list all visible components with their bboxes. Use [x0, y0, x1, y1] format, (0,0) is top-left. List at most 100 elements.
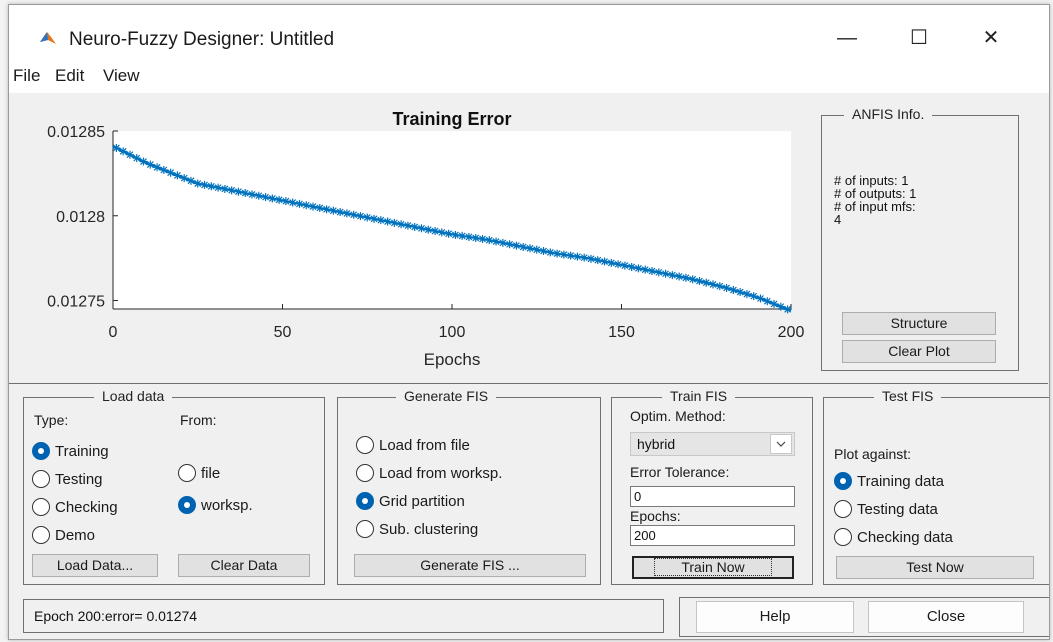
- data-point-marker: [451, 230, 460, 239]
- data-point-marker: [397, 220, 406, 229]
- structure-button[interactable]: Structure: [842, 312, 996, 335]
- epochs-label: Epochs:: [630, 508, 681, 524]
- optim-method-label: Optim. Method:: [630, 408, 726, 424]
- data-point-marker: [681, 273, 690, 282]
- radio-type-training[interactable]: Training: [32, 440, 109, 462]
- radio-dot-icon: [834, 500, 852, 518]
- data-point-marker: [247, 190, 256, 199]
- radio-type-checking[interactable]: Checking: [32, 496, 118, 518]
- data-point-marker: [593, 256, 602, 265]
- data-point-marker: [620, 261, 629, 270]
- data-point-marker: [607, 258, 616, 267]
- help-close-panel: Help Close: [679, 597, 1049, 637]
- close-window-button[interactable]: ✕: [971, 23, 1011, 53]
- radio-from-file[interactable]: file: [178, 462, 220, 484]
- data-point-marker: [281, 197, 290, 206]
- data-point-marker: [498, 238, 507, 247]
- data-point-marker: [444, 229, 453, 238]
- radio-load-from-workspace[interactable]: Load from worksp.: [356, 462, 502, 484]
- train-now-button[interactable]: Train Now: [632, 556, 794, 579]
- data-point-marker: [322, 205, 331, 214]
- radio-type-demo[interactable]: Demo: [32, 524, 95, 546]
- window-title: Neuro-Fuzzy Designer: Untitled: [69, 29, 335, 50]
- data-point-marker: [363, 213, 372, 222]
- anfis-info-title: ANFIS Info.: [844, 106, 933, 122]
- minimize-button[interactable]: —: [827, 23, 867, 53]
- data-point-marker: [695, 277, 704, 286]
- data-point-marker: [241, 189, 250, 198]
- radio-dot-icon: [32, 498, 50, 516]
- radio-dot-icon: [178, 464, 196, 482]
- plot-area: [113, 131, 791, 309]
- data-point-marker: [580, 253, 589, 262]
- clear-plot-button[interactable]: Clear Plot: [842, 340, 996, 363]
- data-point-marker: [464, 232, 473, 241]
- radio-dot-icon: [834, 472, 852, 490]
- status-bar: Epoch 200:error= 0.01274: [23, 599, 664, 633]
- plot-against-label: Plot against:: [834, 446, 912, 462]
- data-point-marker: [315, 203, 324, 212]
- data-point-marker: [478, 234, 487, 243]
- data-point-marker: [370, 214, 379, 223]
- maximize-button[interactable]: ☐: [899, 23, 939, 53]
- menu-file[interactable]: File: [13, 66, 40, 86]
- designer-body: Training Error Epochs 0 50 100 150 200 0.012…: [9, 93, 1049, 639]
- data-point-marker: [302, 201, 311, 210]
- data-point-marker: [729, 286, 738, 295]
- radio-dot-icon: [356, 520, 374, 538]
- radio-plot-checking-data[interactable]: Checking data: [834, 526, 953, 548]
- data-point-marker: [193, 179, 202, 188]
- data-point-marker: [525, 244, 534, 253]
- load-data-button[interactable]: Load Data...: [32, 554, 158, 577]
- radio-dot-icon: [834, 528, 852, 546]
- radio-plot-testing-data[interactable]: Testing data: [834, 498, 938, 520]
- radio-dot-icon: [32, 470, 50, 488]
- data-point-marker: [200, 180, 209, 189]
- data-point-marker: [261, 193, 270, 202]
- generate-fis-button[interactable]: Generate FIS ...: [354, 554, 586, 577]
- chart-title: Training Error: [392, 109, 511, 129]
- radio-sub-clustering[interactable]: Sub. clustering: [356, 518, 478, 540]
- menu-edit[interactable]: Edit: [55, 66, 84, 86]
- data-point-marker: [546, 248, 555, 257]
- close-button[interactable]: Close: [868, 601, 1024, 633]
- training-error-plot: Training Error Epochs 0 50 100 150 200 0.012…: [47, 109, 804, 369]
- type-label: Type:: [34, 412, 69, 428]
- radio-grid-partition[interactable]: Grid partition: [356, 490, 465, 512]
- data-point-marker: [654, 268, 663, 277]
- optim-method-select[interactable]: hybrid: [630, 432, 795, 456]
- train-fis-title: Train FIS: [662, 388, 736, 404]
- radio-from-workspace[interactable]: worksp.: [178, 494, 253, 516]
- data-point-marker: [207, 182, 216, 191]
- radio-plot-training-data[interactable]: Training data: [834, 470, 944, 492]
- data-point-marker: [736, 288, 745, 297]
- chevron-down-icon[interactable]: [770, 434, 792, 454]
- test-fis-panel: Test FIS Plot against: Training data Tes…: [823, 388, 1049, 585]
- data-point-marker: [403, 221, 412, 230]
- radio-type-testing[interactable]: Testing: [32, 468, 103, 490]
- data-point-marker: [458, 231, 467, 240]
- title-bar: Neuro-Fuzzy Designer: Untitled — ☐ ✕: [9, 5, 1049, 61]
- anfis-info-panel: ANFIS Info. # of inputs: 1 # of outputs: …: [821, 106, 1019, 371]
- data-point-marker: [390, 218, 399, 227]
- data-point-marker: [600, 257, 609, 266]
- menu-view[interactable]: View: [103, 66, 140, 86]
- menu-bar: File Edit View: [9, 61, 1049, 94]
- radio-load-from-file[interactable]: Load from file: [356, 434, 470, 456]
- test-now-button[interactable]: Test Now: [836, 556, 1034, 579]
- matlab-icon: [40, 32, 56, 44]
- train-now-label: Train Now: [654, 558, 772, 576]
- test-fis-title: Test FIS: [874, 388, 942, 404]
- data-point-marker: [586, 254, 595, 263]
- data-point-marker: [336, 208, 345, 217]
- load-data-title: Load data: [94, 388, 173, 404]
- train-fis-panel: Train FIS Optim. Method: hybrid Error To…: [611, 388, 813, 585]
- clear-data-button[interactable]: Clear Data: [178, 554, 310, 577]
- epochs-input[interactable]: 200: [630, 525, 795, 546]
- data-point-marker: [641, 265, 650, 274]
- error-tolerance-input[interactable]: 0: [630, 486, 795, 507]
- x-tick-label: 100: [439, 324, 466, 341]
- data-point-marker: [437, 228, 446, 237]
- data-point-marker: [431, 227, 440, 236]
- help-button[interactable]: Help: [696, 601, 854, 633]
